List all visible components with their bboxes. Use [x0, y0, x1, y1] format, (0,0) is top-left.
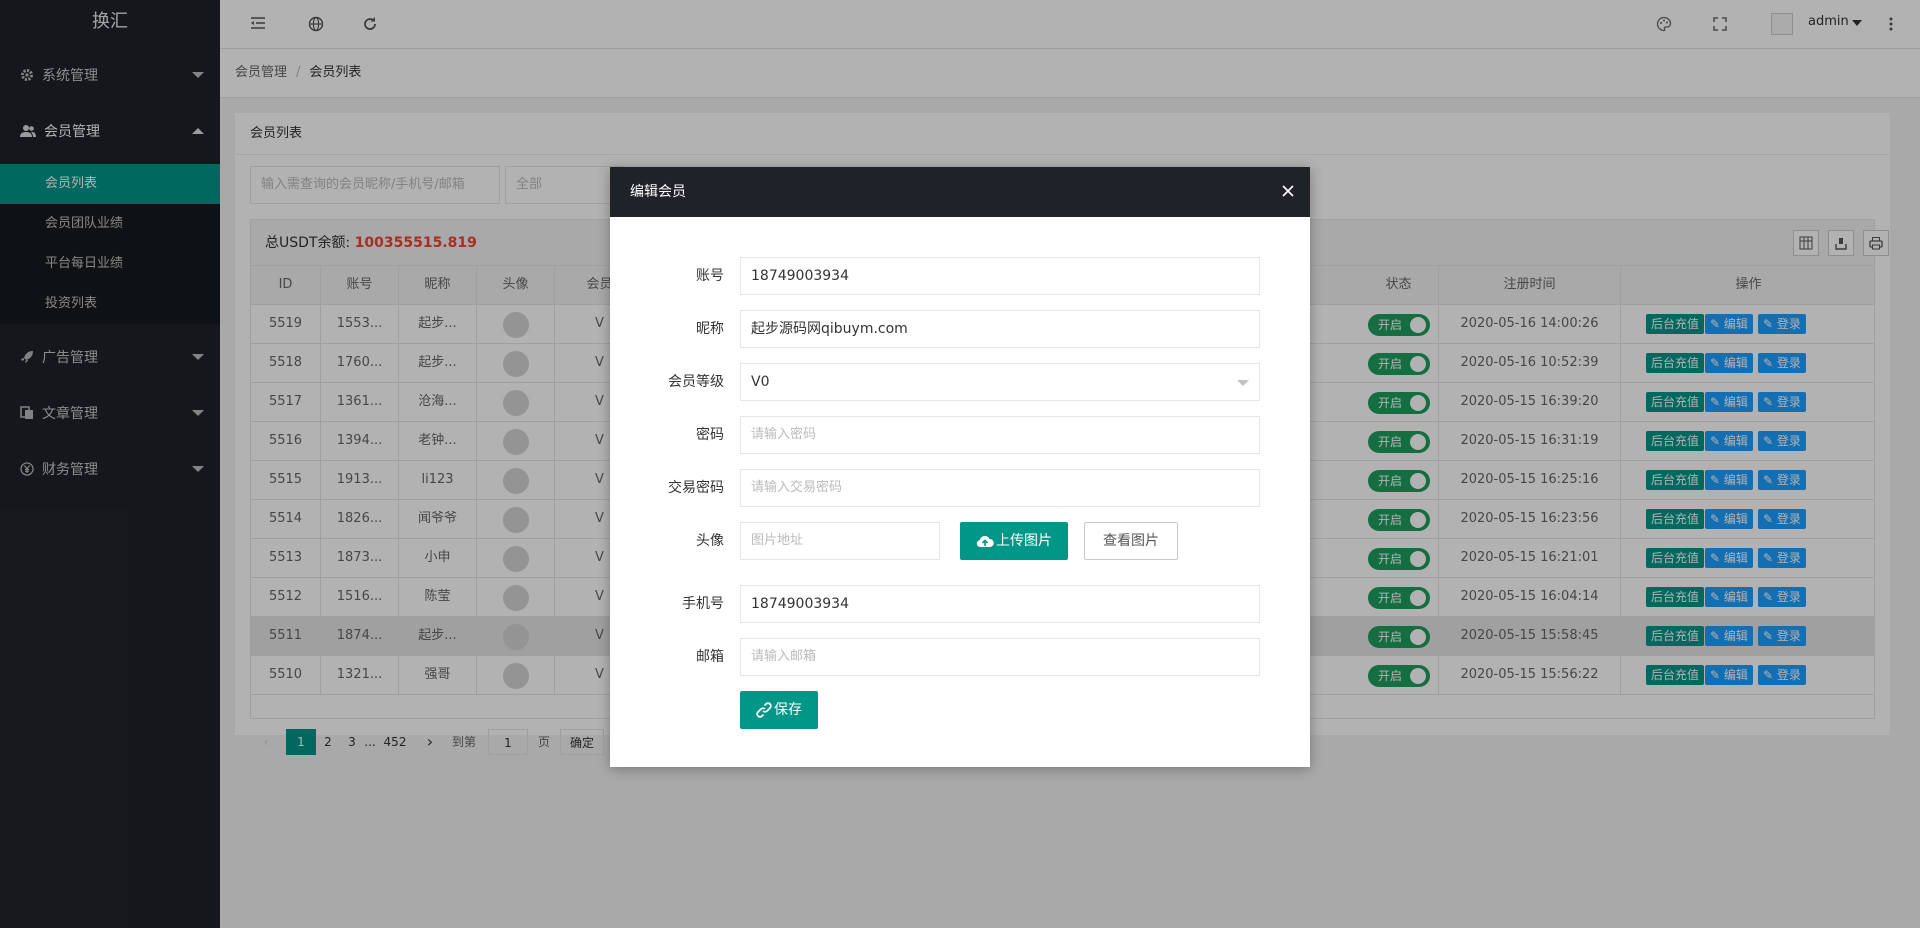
phone-label: 手机号: [682, 596, 724, 612]
account-label: 账号: [696, 268, 724, 284]
cloud-upload-icon: [976, 534, 994, 548]
level-label: 会员等级: [668, 374, 724, 390]
view-image-button[interactable]: 查看图片: [1084, 522, 1178, 560]
field-account: 账号 18749003934: [610, 257, 1310, 295]
phone-field[interactable]: 18749003934: [740, 585, 1260, 623]
password-field[interactable]: 请输入密码: [740, 416, 1260, 454]
nickname-label: 昵称: [696, 321, 724, 337]
edit-member-modal: 编辑会员 账号 18749003934 昵称 起步源码网qibuym.com 会…: [610, 167, 1310, 767]
avatar-url-field[interactable]: 图片地址: [740, 522, 940, 560]
level-select[interactable]: V0: [740, 363, 1260, 401]
upload-image-label: 上传图片: [996, 533, 1052, 549]
trade-password-field[interactable]: 请输入交易密码: [740, 469, 1260, 507]
field-email: 邮箱 请输入邮箱: [610, 638, 1310, 676]
save-label: 保存: [774, 702, 802, 718]
link-icon: [756, 702, 772, 718]
field-level: 会员等级 V0: [610, 363, 1310, 401]
password-label: 密码: [696, 427, 724, 443]
modal-title: 编辑会员: [630, 184, 686, 200]
close-icon[interactable]: [1282, 185, 1294, 197]
email-field[interactable]: 请输入邮箱: [740, 638, 1260, 676]
field-password: 密码 请输入密码: [610, 416, 1310, 454]
field-phone: 手机号 18749003934: [610, 585, 1310, 623]
save-button[interactable]: 保存: [740, 691, 818, 729]
chevron-down-icon: [1237, 380, 1249, 386]
field-trade-password: 交易密码 请输入交易密码: [610, 469, 1310, 507]
field-avatar: 头像 图片地址 上传图片 查看图片: [610, 522, 1310, 560]
level-value: V0: [751, 374, 770, 390]
trade-password-label: 交易密码: [668, 480, 724, 496]
field-nickname: 昵称 起步源码网qibuym.com: [610, 310, 1310, 348]
upload-image-button[interactable]: 上传图片: [960, 522, 1068, 560]
avatar-label: 头像: [696, 533, 724, 549]
nickname-field[interactable]: 起步源码网qibuym.com: [740, 310, 1260, 348]
modal-header: 编辑会员: [610, 167, 1310, 217]
email-label: 邮箱: [696, 649, 724, 665]
account-field[interactable]: 18749003934: [740, 257, 1260, 295]
